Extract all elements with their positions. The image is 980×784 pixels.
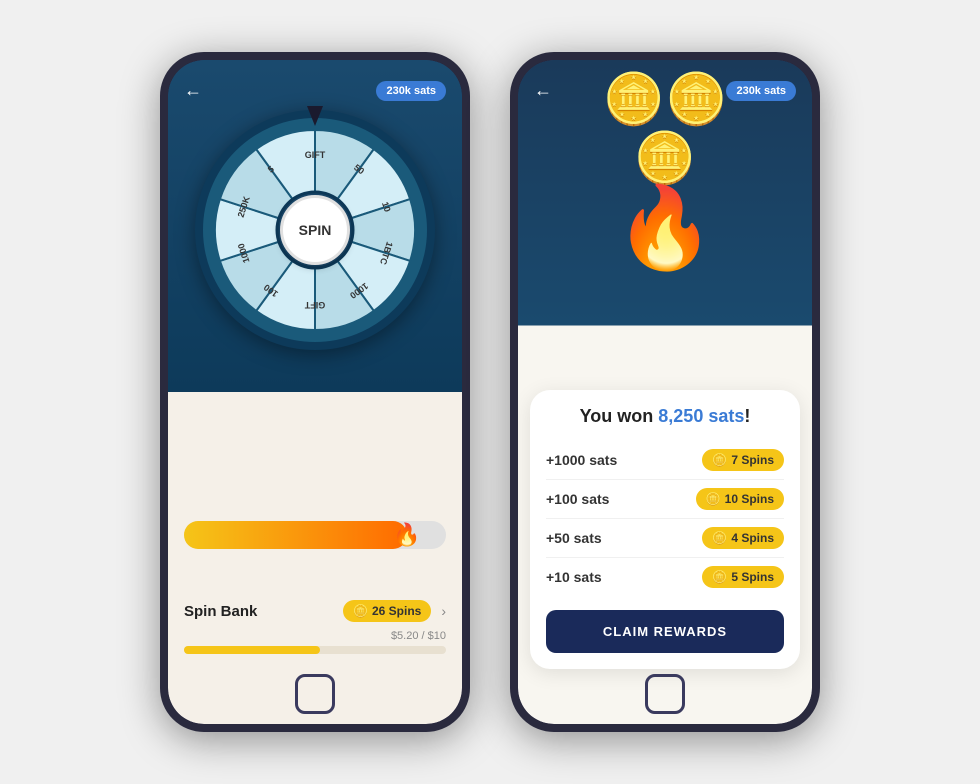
spin-button[interactable]: SPIN xyxy=(280,195,350,265)
reward-row-3: +50 sats 🪙 4 Spins xyxy=(546,519,784,558)
svg-text:GIFT: GIFT xyxy=(305,150,326,160)
reward-sats-2: +100 sats xyxy=(546,491,609,507)
reward-row-4: +10 sats 🪙 5 Spins xyxy=(546,558,784,596)
progress-track: 🔥 xyxy=(184,521,446,549)
back-button-2[interactable]: ← xyxy=(534,80,552,101)
reward-spins-2: 🪙 10 Spins xyxy=(696,488,784,510)
won-title: You won 8,250 sats! xyxy=(546,406,784,427)
spin-icon-4: 🪙 xyxy=(712,570,727,584)
flame-coins-illustration: 🪙🪙🪙 🔥 xyxy=(592,90,739,268)
spin-bank-row: Spin Bank 🪙 26 Spins › xyxy=(184,600,446,622)
spins-label-2: 10 Spins xyxy=(725,492,774,506)
sats-badge-2: 230k sats xyxy=(726,81,796,101)
reward-row-1: +1000 sats 🪙 7 Spins xyxy=(546,441,784,480)
rewards-card: You won 8,250 sats! +1000 sats 🪙 7 Spins… xyxy=(530,390,800,669)
phone-1: ← 230k sats xyxy=(160,52,470,732)
spin-icon-1: 🪙 xyxy=(712,453,727,467)
spin-wheel[interactable]: 250K 5 GIFT 50 10 1BTC 1000 GIFT 100 100… xyxy=(195,110,435,350)
reward-spins-3: 🪙 4 Spins xyxy=(702,527,784,549)
progress-bar2-track xyxy=(184,646,446,654)
sats-badge-1: 230k sats xyxy=(376,81,446,101)
won-title-suffix: ! xyxy=(744,406,750,426)
expand-chevron[interactable]: › xyxy=(441,603,446,619)
spins-label-1: 7 Spins xyxy=(731,453,774,467)
spins-count: 26 Spins xyxy=(372,604,421,618)
phone-1-screen: ← 230k sats xyxy=(168,60,462,724)
reward-sats-4: +10 sats xyxy=(546,569,602,585)
reward-sats-3: +50 sats xyxy=(546,530,602,546)
won-title-prefix: You won xyxy=(580,406,659,426)
fire-icon: 🔥 xyxy=(393,522,420,548)
progress-label: $5.20 / $10 xyxy=(184,630,446,642)
spin-wheel-screen: ← 230k sats xyxy=(168,60,462,724)
rewards-screen: ← 230k sats 🪙🪙🪙 🔥 You won 8,250 sats! +1… xyxy=(518,60,812,724)
spins-label-4: 5 Spins xyxy=(731,570,774,584)
header-2: ← 230k sats xyxy=(518,60,812,111)
spin-icon-2: 🪙 xyxy=(706,492,721,506)
spin-wheel-container: 250K 5 GIFT 50 10 1BTC 1000 GIFT 100 100… xyxy=(195,110,435,350)
coins-icon: 🪙 xyxy=(353,604,368,618)
spins-badge[interactable]: 🪙 26 Spins xyxy=(343,600,431,622)
reward-row-2: +100 sats 🪙 10 Spins xyxy=(546,480,784,519)
spin-bank-label: Spin Bank xyxy=(184,603,257,620)
home-button-1[interactable] xyxy=(295,674,335,714)
won-amount: 8,250 sats xyxy=(658,406,744,426)
spins-label-3: 4 Spins xyxy=(731,531,774,545)
progress-bar2-fill xyxy=(184,646,320,654)
back-button-1[interactable]: ← xyxy=(184,80,202,101)
claim-rewards-button[interactable]: CLAIM REWARDS xyxy=(546,610,784,653)
svg-text:GIFT: GIFT xyxy=(304,300,325,310)
spin-bank-section: Spin Bank 🪙 26 Spins › $5.20 / $10 xyxy=(168,568,462,664)
progress-bar-container: 🔥 xyxy=(184,521,446,549)
phone-2-screen: ← 230k sats 🪙🪙🪙 🔥 You won 8,250 sats! +1… xyxy=(518,60,812,724)
phone-2: ← 230k sats 🪙🪙🪙 🔥 You won 8,250 sats! +1… xyxy=(510,52,820,732)
header-1: ← 230k sats xyxy=(168,60,462,111)
progress-fill: 🔥 xyxy=(184,521,407,549)
home-button-2[interactable] xyxy=(645,674,685,714)
progress-bar2 xyxy=(184,646,446,654)
reward-sats-1: +1000 sats xyxy=(546,452,617,468)
flame-illustration: 🔥 xyxy=(592,188,739,268)
rewards-list: +1000 sats 🪙 7 Spins +100 sats 🪙 10 Spin… xyxy=(546,441,784,596)
spin-icon-3: 🪙 xyxy=(712,531,727,545)
reward-spins-4: 🪙 5 Spins xyxy=(702,566,784,588)
reward-spins-1: 🪙 7 Spins xyxy=(702,449,784,471)
